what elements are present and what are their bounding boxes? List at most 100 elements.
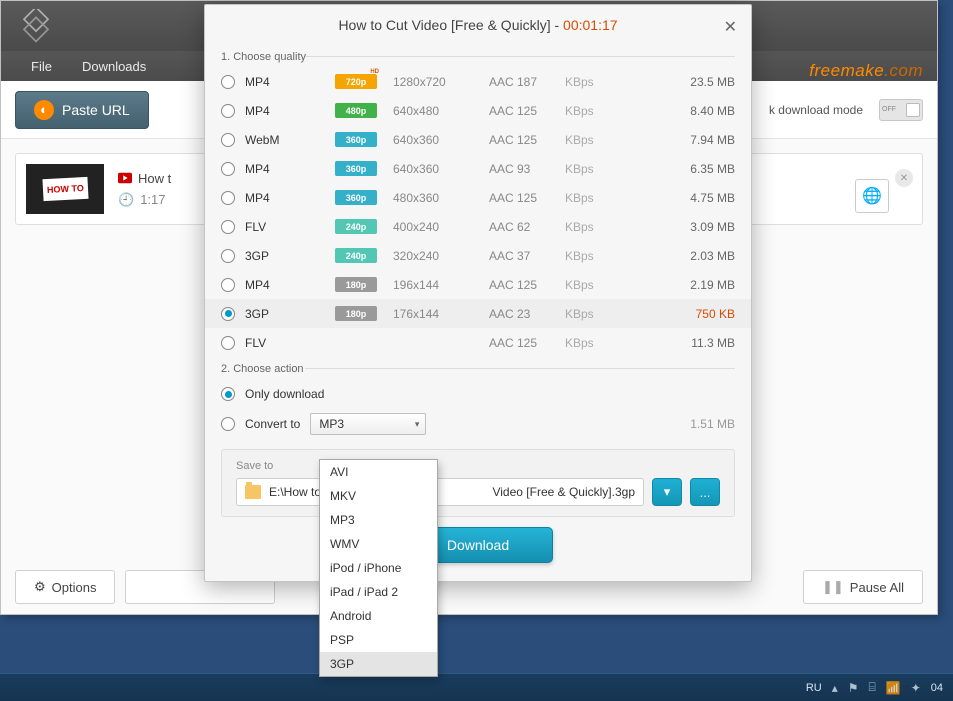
video-thumbnail: HOW TO: [26, 164, 104, 214]
quality-row[interactable]: WebM360p640x360AAC 125KBps7.94 MB: [205, 125, 751, 154]
open-source-button[interactable]: 🌐: [855, 179, 889, 213]
pause-icon: ❚❚: [822, 579, 844, 595]
menu-file[interactable]: File: [31, 59, 52, 74]
quality-resolution: 176x144: [393, 307, 479, 321]
quality-resolution: 640x360: [393, 162, 479, 176]
quality-resolution: 320x240: [393, 249, 479, 263]
quality-codec: AAC 125: [489, 104, 555, 118]
quality-list: MP4720p1280x720AAC 187KBps23.5 MBMP4480p…: [205, 67, 751, 357]
convert-format-dropdown[interactable]: AVIMKVMP3WMViPod / iPhoneiPad / iPad 2An…: [319, 459, 438, 677]
clock-icon: 🕘: [118, 192, 134, 208]
browse-button[interactable]: ...: [690, 478, 720, 506]
dialog-title-duration: 00:01:17: [563, 17, 618, 33]
close-icon: ✕: [900, 173, 908, 184]
quality-kbps: KBps: [565, 104, 641, 118]
taskbar: RU ▴ ⚑ ⌸ 📶 ✦ 04: [0, 673, 953, 701]
dropdown-option[interactable]: 3GP: [320, 652, 437, 676]
save-to-label: Save to: [236, 460, 720, 472]
quality-size: 7.94 MB: [665, 133, 735, 147]
tray-network-icon[interactable]: 📶: [886, 681, 901, 695]
quality-row[interactable]: FLVAAC 125KBps11.3 MB: [205, 328, 751, 357]
quality-kbps: KBps: [565, 278, 641, 292]
quality-badge: 180p: [335, 277, 377, 292]
quality-codec: AAC 37: [489, 249, 555, 263]
quality-row[interactable]: MP4360p480x360AAC 125KBps4.75 MB: [205, 183, 751, 212]
quality-row[interactable]: MP4720p1280x720AAC 187KBps23.5 MB: [205, 67, 751, 96]
radio-icon: [221, 417, 235, 431]
download-mode-toggle[interactable]: OFF: [879, 99, 923, 121]
quality-badge: 360p: [335, 161, 377, 176]
quality-kbps: KBps: [565, 249, 641, 263]
quality-badge: 240p: [335, 219, 377, 234]
radio-icon: [221, 133, 235, 147]
quality-codec: AAC 62: [489, 220, 555, 234]
clock-partial[interactable]: 04: [931, 682, 943, 694]
quality-format: MP4: [245, 162, 309, 176]
dropdown-option[interactable]: MKV: [320, 484, 437, 508]
options-button[interactable]: ⚙ Options: [15, 570, 115, 604]
folder-icon: [245, 485, 261, 499]
convert-format-select[interactable]: MP3: [310, 413, 426, 435]
dropdown-option[interactable]: iPad / iPad 2: [320, 580, 437, 604]
menu-downloads[interactable]: Downloads: [82, 59, 146, 74]
quality-format: FLV: [245, 336, 309, 350]
quality-row[interactable]: FLV240p400x240AAC 62KBps3.09 MB: [205, 212, 751, 241]
quality-badge: 720p: [335, 74, 377, 89]
save-path-field[interactable]: E:\How to Video [Free & Quickly].3gp: [236, 478, 644, 506]
quality-codec: AAC 125: [489, 133, 555, 147]
dropdown-option[interactable]: PSP: [320, 628, 437, 652]
quality-badge: 360p: [335, 132, 377, 147]
paste-url-button[interactable]: ◐ Paste URL: [15, 91, 149, 129]
globe-icon: 🌐: [862, 186, 882, 206]
quality-codec: AAC 125: [489, 191, 555, 205]
dropdown-option[interactable]: WMV: [320, 532, 437, 556]
dialog-title-text: How to Cut Video [Free & Quickly] -: [338, 17, 563, 33]
quality-badge: [335, 335, 377, 350]
quality-kbps: KBps: [565, 336, 641, 350]
quality-codec: AAC 187: [489, 75, 555, 89]
dropdown-option[interactable]: MP3: [320, 508, 437, 532]
action-convert-to[interactable]: Convert to MP3 1.51 MB: [205, 409, 751, 439]
globe-paste-icon: ◐: [34, 100, 54, 120]
pause-all-button[interactable]: ❚❚ Pause All: [803, 570, 923, 604]
item-title: How t: [138, 171, 171, 186]
tray-app-icon[interactable]: ✦: [911, 681, 921, 695]
save-area: Save to E:\How to Video [Free & Quickly]…: [221, 449, 735, 517]
dropdown-option[interactable]: AVI: [320, 460, 437, 484]
quality-size: 2.19 MB: [665, 278, 735, 292]
radio-icon: [221, 75, 235, 89]
radio-icon: [221, 387, 235, 401]
quality-row[interactable]: MP4180p196x144AAC 125KBps2.19 MB: [205, 270, 751, 299]
dialog-close-button[interactable]: ✕: [724, 17, 737, 37]
language-label[interactable]: RU: [806, 682, 822, 694]
save-path-b: Video [Free & Quickly].3gp: [492, 485, 635, 499]
download-dialog: How to Cut Video [Free & Quickly] - 00:0…: [204, 4, 752, 582]
quality-row[interactable]: MP4360p640x360AAC 93KBps6.35 MB: [205, 154, 751, 183]
quality-badge: 180p: [335, 306, 377, 321]
quality-resolution: 640x360: [393, 133, 479, 147]
quality-size: 3.09 MB: [665, 220, 735, 234]
quality-format: MP4: [245, 75, 309, 89]
quality-kbps: KBps: [565, 162, 641, 176]
quality-row[interactable]: 3GP180p176x144AAC 23KBps750 KB: [205, 299, 751, 328]
radio-icon: [221, 104, 235, 118]
radio-icon: [221, 278, 235, 292]
gear-icon: ⚙: [34, 579, 46, 595]
only-download-label: Only download: [245, 387, 324, 401]
quality-row[interactable]: 3GP240p320x240AAC 37KBps2.03 MB: [205, 241, 751, 270]
app-logo-icon: [19, 9, 53, 43]
quality-resolution: 640x480: [393, 104, 479, 118]
quality-row[interactable]: MP4480p640x480AAC 125KBps8.40 MB: [205, 96, 751, 125]
tray-battery-icon[interactable]: ⌸: [869, 680, 876, 695]
convert-size: 1.51 MB: [665, 417, 735, 431]
dropdown-option[interactable]: Android: [320, 604, 437, 628]
action-only-download[interactable]: Only download: [205, 379, 751, 409]
tray-chevron-icon[interactable]: ▴: [832, 681, 838, 695]
tray-flag-icon[interactable]: ⚑: [848, 681, 859, 695]
convert-to-label: Convert to: [245, 417, 300, 431]
remove-item-button[interactable]: ✕: [895, 169, 913, 187]
toggle-state-label: OFF: [882, 106, 896, 113]
path-dropdown-button[interactable]: ▾: [652, 478, 682, 506]
quality-kbps: KBps: [565, 191, 641, 205]
dropdown-option[interactable]: iPod / iPhone: [320, 556, 437, 580]
